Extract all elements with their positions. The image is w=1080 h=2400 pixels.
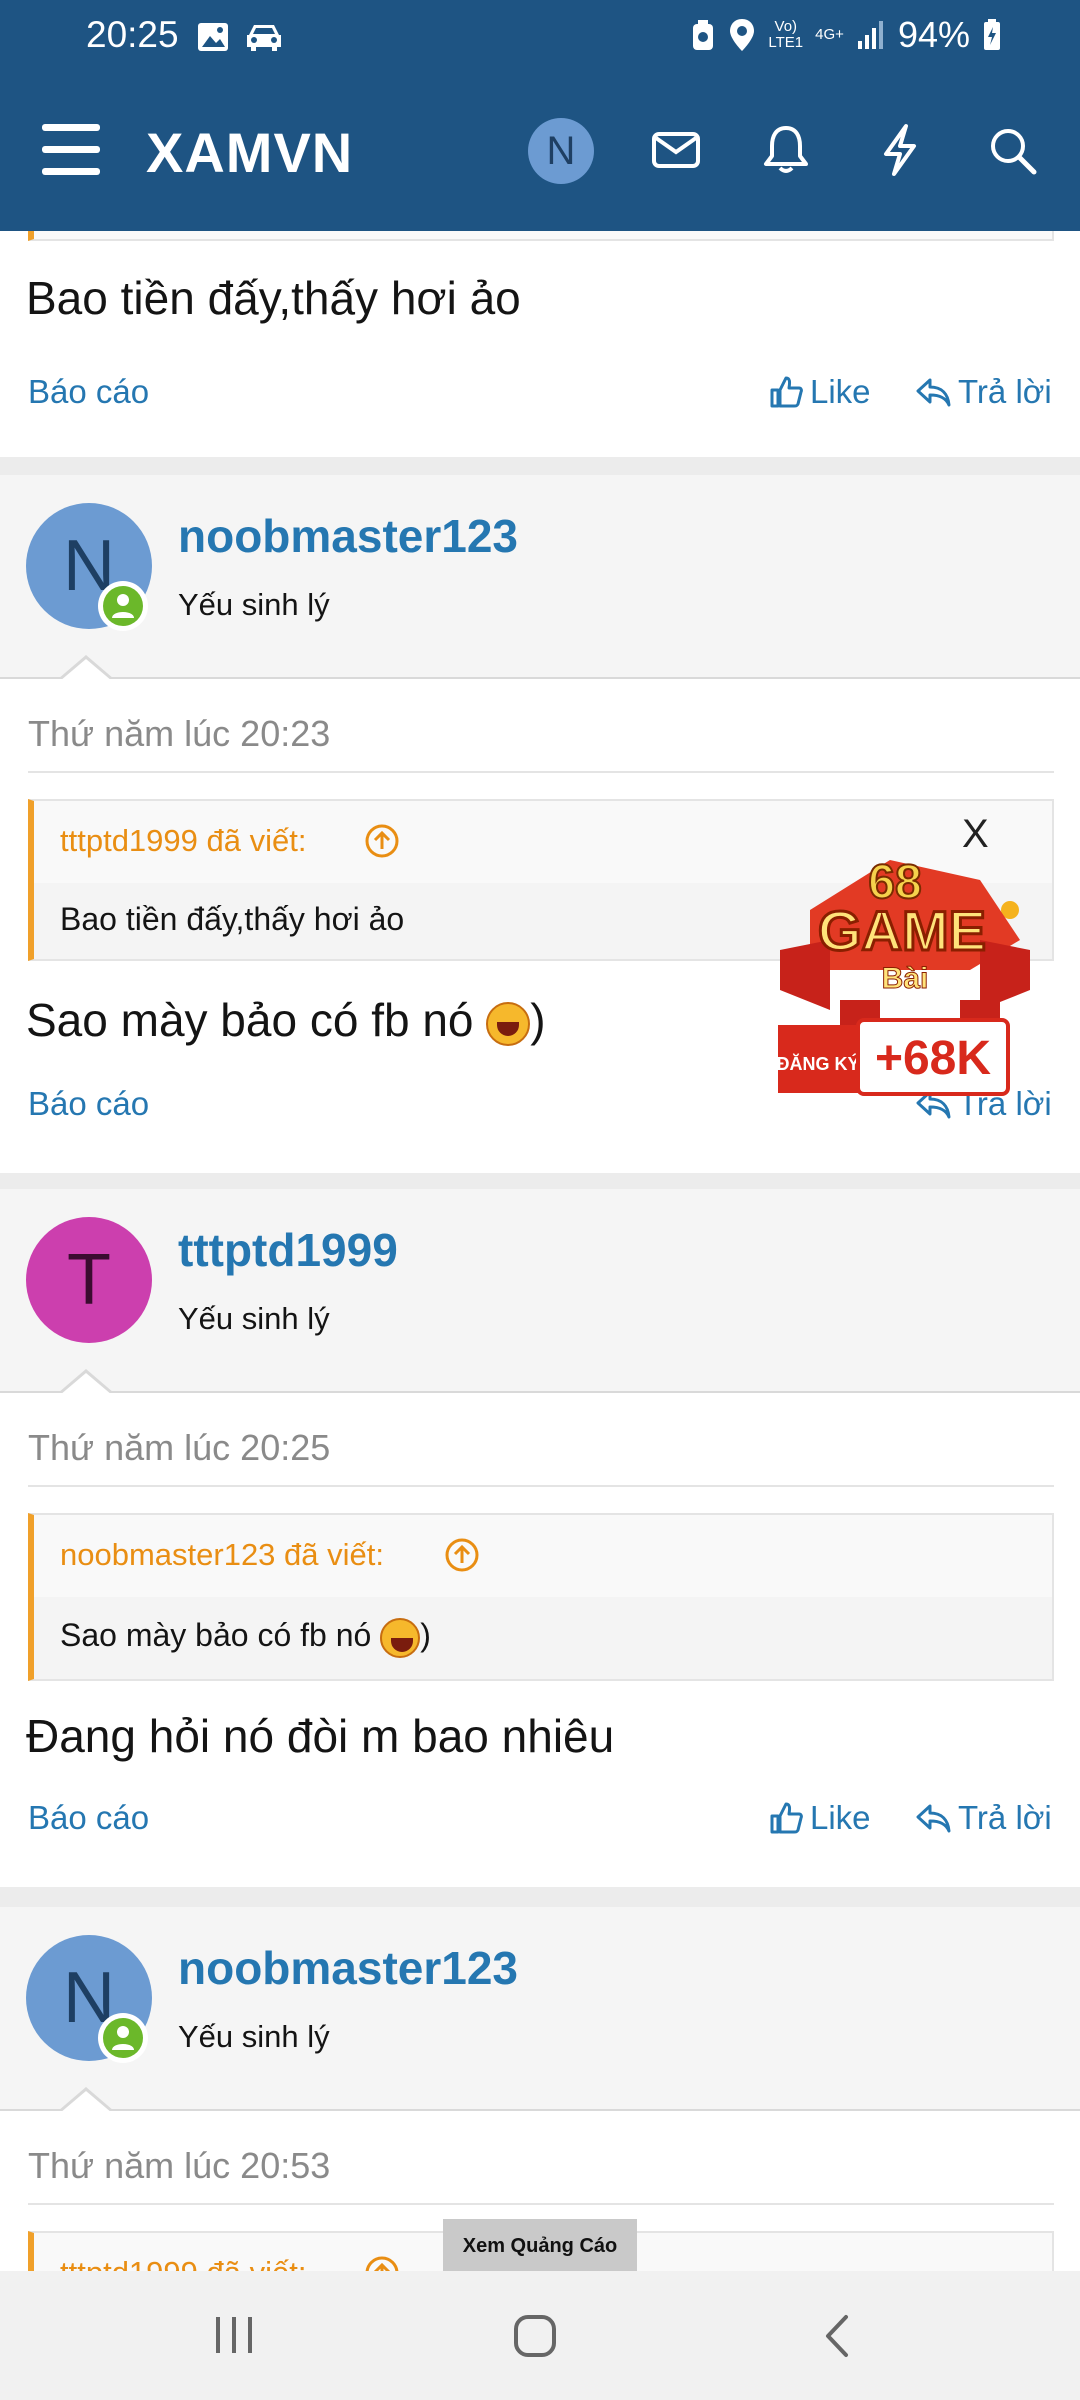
arrow-up-circle-icon[interactable]: [364, 823, 400, 859]
car-icon: [247, 25, 281, 51]
view-ad-button[interactable]: Xem Quảng Cáo: [443, 2219, 637, 2274]
report-link[interactable]: Báo cáo: [28, 1799, 149, 1837]
account-avatar[interactable]: N: [528, 118, 594, 184]
post-user-header: N noobmaster123 Yếu sinh lý: [0, 475, 1080, 679]
reply-icon: [916, 1804, 951, 1833]
arrow-up-circle-icon[interactable]: [364, 2255, 400, 2271]
network-type-label: 4G+: [815, 26, 844, 43]
username-link[interactable]: noobmaster123: [178, 1941, 518, 1995]
online-indicator-icon: [98, 581, 148, 631]
user-avatar[interactable]: T: [26, 1217, 152, 1343]
svg-text:GAME: GAME: [818, 899, 986, 962]
online-indicator-icon: [98, 2013, 148, 2063]
laughing-emoji-icon: [486, 1001, 531, 1046]
reply-button[interactable]: Trả lời: [914, 1799, 1052, 1837]
battery-charging-icon: [984, 19, 1000, 50]
app-header: XAMVN N: [0, 76, 1080, 231]
reply-icon: [916, 378, 951, 407]
lightning-icon[interactable]: [870, 120, 930, 180]
laughing-emoji-icon: [380, 1617, 421, 1658]
quote-block-end: [28, 231, 1054, 241]
game-ad-icon: 68 GAME Bài ĐĂNG KÝ +68K: [776, 855, 1030, 1096]
username-link[interactable]: noobmaster123: [178, 509, 518, 563]
inbox-icon[interactable]: [646, 120, 706, 180]
post-user-header: N noobmaster123 Yếu sinh lý: [0, 1907, 1080, 2111]
thumbs-up-icon: [770, 1802, 803, 1834]
post-message: Bao tiền đấy,thấy hơi ảo: [26, 272, 521, 324]
report-link[interactable]: Báo cáo: [28, 373, 149, 411]
system-nav-bar: [0, 2271, 1080, 2400]
menu-icon[interactable]: [42, 124, 100, 176]
alarm-icon: [693, 20, 714, 50]
gallery-icon: [198, 23, 228, 51]
arrow-up-circle-icon[interactable]: [444, 1537, 480, 1573]
search-icon[interactable]: [982, 120, 1042, 180]
post-message: Đang hỏi nó đòi m bao nhiêu: [26, 1710, 615, 1762]
thumbs-up-icon: [770, 376, 803, 408]
battery-percent: 94%: [897, 14, 970, 55]
user-title: Yếu sinh lý: [178, 2019, 330, 2054]
like-button[interactable]: Like: [768, 373, 871, 411]
post-date[interactable]: Thứ năm lúc 20:23: [28, 713, 330, 755]
signal-icon: [857, 21, 883, 49]
top-bar: 20:25 Vo) LTE1 4G+ 94% XAMVN N: [0, 0, 1080, 231]
post-user-header: T tttptd1999 Yếu sinh lý: [0, 1189, 1080, 1393]
network-label: Vo) LTE1: [768, 18, 804, 51]
report-link[interactable]: Báo cáo: [28, 1085, 149, 1123]
post-card: Bao tiền đấy,thấy hơi ảo Báo cáo Like Tr…: [0, 231, 1080, 457]
quote-block: noobmaster123 đã viết: Sao mày bảo có fb…: [28, 1513, 1054, 1681]
svg-text:+68K: +68K: [875, 1032, 991, 1085]
username-link[interactable]: tttptd1999: [178, 1223, 398, 1277]
post-card: Thứ năm lúc 20:25 noobmaster123 đã viết:…: [0, 1393, 1080, 1887]
like-button[interactable]: Like: [768, 1799, 871, 1837]
floating-ad-banner[interactable]: 68 GAME Bài ĐĂNG KÝ +68K: [770, 820, 1040, 1120]
quote-text: Sao mày bảo có fb nó ): [60, 1617, 431, 1658]
app-logo[interactable]: XAMVN: [146, 120, 353, 185]
svg-text:ĐĂNG KÝ: ĐĂNG KÝ: [776, 1053, 859, 1074]
reply-button[interactable]: Trả lời: [914, 373, 1052, 411]
bell-icon[interactable]: [756, 120, 816, 180]
status-time: 20:25: [86, 14, 179, 55]
status-bar: 20:25 Vo) LTE1 4G+ 94%: [0, 0, 1080, 76]
post-date[interactable]: Thứ năm lúc 20:53: [28, 2145, 330, 2187]
back-icon[interactable]: [818, 2313, 858, 2359]
quote-author[interactable]: tttptd1999 đã viết:: [60, 823, 306, 859]
svg-text:Bài: Bài: [882, 962, 929, 995]
location-icon: [730, 19, 755, 51]
user-title: Yếu sinh lý: [178, 587, 330, 622]
quote-author[interactable]: tttptd1999 đã viết:: [60, 2255, 306, 2271]
home-icon[interactable]: [512, 2313, 558, 2359]
thread-content: Bao tiền đấy,thấy hơi ảo Báo cáo Like Tr…: [0, 231, 1080, 2271]
post-message: Sao mày bảo có fb nó ): [26, 994, 546, 1046]
user-title: Yếu sinh lý: [178, 1301, 330, 1336]
quote-author[interactable]: noobmaster123 đã viết:: [60, 1537, 384, 1573]
recent-apps-icon[interactable]: [212, 2313, 256, 2357]
quote-text: Bao tiền đấy,thấy hơi ảo: [60, 901, 405, 937]
post-date[interactable]: Thứ năm lúc 20:25: [28, 1427, 330, 1469]
